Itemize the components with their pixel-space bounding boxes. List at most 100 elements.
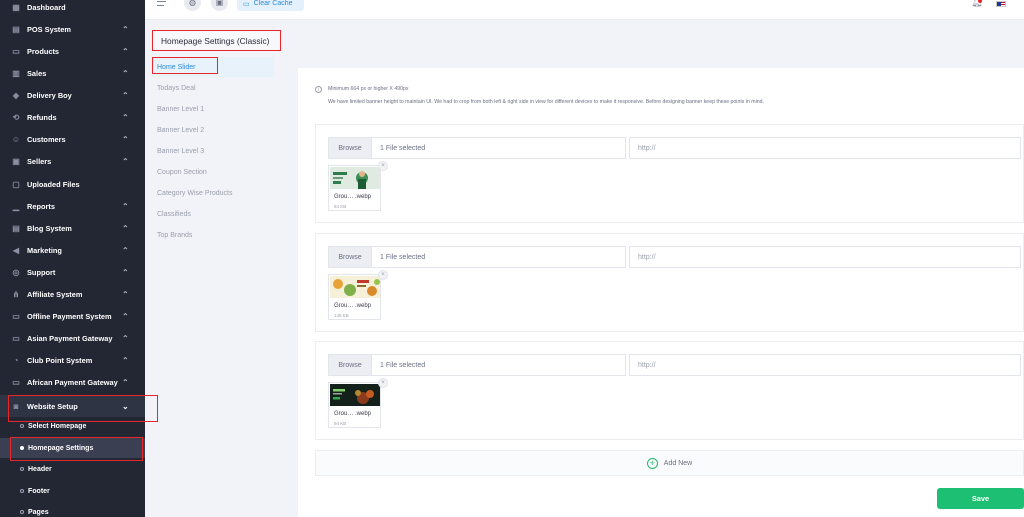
chevron-up-icon: ⌃ xyxy=(122,333,129,343)
sidebar-item-reports[interactable]: ▁ Reports ⌃ xyxy=(0,195,145,217)
chevron-up-icon: ⌃ xyxy=(122,90,129,100)
chevron-up-icon: ⌃ xyxy=(122,223,129,233)
file-picker[interactable]: Browse 1 File selected xyxy=(328,354,626,376)
trash-icon: ▭ xyxy=(243,0,250,8)
tab-todays-deal[interactable]: Todays Deal xyxy=(152,78,274,98)
chevron-up-icon: ⌃ xyxy=(122,267,129,277)
us-flag-icon[interactable] xyxy=(996,1,1006,7)
tab-classifieds[interactable]: Classifieds xyxy=(152,204,274,224)
slider-thumbnail xyxy=(330,276,380,298)
file-name: Grou… .webp xyxy=(334,303,372,309)
sidebar-item-website-setup[interactable]: ◙ Website Setup ⌄ xyxy=(0,395,145,417)
file-picker[interactable]: Browse 1 File selected xyxy=(328,137,626,159)
sidebar: ▦ Dashboard ▤ POS System ⌃ ▭ Products ⌃ … xyxy=(0,0,145,517)
browse-button[interactable]: Browse xyxy=(329,355,372,375)
highlight-home-slider xyxy=(152,57,218,74)
home-slider-panel: i Minimum 664 px or higher X 490px We ha… xyxy=(298,68,1024,517)
sidebar-item-customers[interactable]: ☺ Customers ⌃ xyxy=(0,128,145,150)
add-new-button[interactable]: + Add New xyxy=(315,450,1024,476)
sidebar-item-dashboard[interactable]: ▦ Dashboard xyxy=(0,0,145,18)
club-point-icon: ◔ xyxy=(13,355,19,365)
tab-banner-level-3[interactable]: Banner Level 3 xyxy=(152,141,274,161)
offline-payment-icon: ▭ xyxy=(12,311,20,321)
sidebar-subitem-select-homepage[interactable]: Select Homepage xyxy=(0,416,145,436)
sidebar-item-products[interactable]: ▭ Products ⌃ xyxy=(0,40,145,62)
browse-button[interactable]: Browse xyxy=(329,138,372,158)
sidebar-item-pos-system[interactable]: ▤ POS System ⌃ xyxy=(0,18,145,40)
chevron-up-icon: ⌃ xyxy=(122,311,129,321)
pos-shortcut-icon[interactable]: ▣ xyxy=(211,0,228,11)
slider-link-input[interactable]: http:// xyxy=(629,354,1021,376)
upload-icon: ▢ xyxy=(12,179,20,189)
tab-category-wise-products[interactable]: Category Wise Products xyxy=(152,183,274,203)
browse-button[interactable]: Browse xyxy=(329,247,372,267)
file-selected-label: 1 File selected xyxy=(380,144,426,152)
info-icon: i xyxy=(315,86,322,93)
pos-icon: ▤ xyxy=(12,24,20,34)
banner-hint: We have limited banner height to maintai… xyxy=(328,99,764,105)
globe-icon[interactable]: ◍ xyxy=(184,0,201,11)
website-setup-icon: ◙ xyxy=(13,401,19,411)
african-payment-icon: ▭ xyxy=(12,377,20,387)
tab-top-brands[interactable]: Top Brands xyxy=(152,225,274,245)
uploaded-file-card: Grou… .webp 94 KB × xyxy=(328,378,388,428)
file-name: Grou… .webp xyxy=(334,411,372,417)
sidebar-item-asian-payment-gateway[interactable]: ▭ Asian Payment Gateway ⌃ xyxy=(0,327,145,349)
file-size: 145 KB xyxy=(334,313,349,318)
chevron-up-icon: ⌃ xyxy=(122,156,129,166)
tab-coupon-section[interactable]: Coupon Section xyxy=(152,162,274,182)
chevron-up-icon: ⌃ xyxy=(122,289,129,299)
remove-file-icon[interactable]: × xyxy=(378,270,388,280)
remove-file-icon[interactable]: × xyxy=(378,161,388,171)
page-title: Homepage Settings (Classic) xyxy=(152,30,281,51)
sidebar-subitem-homepage-settings[interactable]: Homepage Settings xyxy=(0,438,145,458)
slider-row: Browse 1 File selected http:// Grou… .we… xyxy=(315,124,1024,223)
file-selected-label: 1 File selected xyxy=(380,253,426,261)
sidebar-item-offline-payment-system[interactable]: ▭ Offline Payment System ⌃ xyxy=(0,305,145,327)
file-size: 64 KB xyxy=(334,204,347,209)
dashboard-icon: ▦ xyxy=(12,2,20,12)
chevron-up-icon: ⌃ xyxy=(122,46,129,56)
hamburger-menu-icon[interactable] xyxy=(157,1,169,11)
sidebar-subitem-pages[interactable]: Pages xyxy=(0,502,145,517)
tab-banner-level-1[interactable]: Banner Level 1 xyxy=(152,99,274,119)
sidebar-item-sellers[interactable]: ▣ Sellers ⌃ xyxy=(0,150,145,172)
bullet-icon xyxy=(20,467,24,471)
chevron-down-icon: ⌄ xyxy=(122,401,129,411)
chevron-up-icon: ⌃ xyxy=(122,24,129,34)
remove-file-icon[interactable]: × xyxy=(378,378,388,388)
reports-icon: ▁ xyxy=(12,201,20,211)
chevron-up-icon: ⌃ xyxy=(122,355,129,365)
sidebar-item-club-point-system[interactable]: ◔ Club Point System ⌃ xyxy=(0,349,145,371)
save-button[interactable]: Save xyxy=(937,488,1024,509)
sidebar-item-uploaded-files[interactable]: ▢ Uploaded Files xyxy=(0,173,145,195)
marketing-icon: ◀ xyxy=(12,245,20,255)
sidebar-subitem-header[interactable]: Header xyxy=(0,459,145,479)
slider-link-input[interactable]: http:// xyxy=(629,137,1021,159)
sidebar-item-delivery-boy[interactable]: ◈ Delivery Boy ⌃ xyxy=(0,84,145,106)
slider-link-input[interactable]: http:// xyxy=(629,246,1021,268)
sellers-icon: ▣ xyxy=(12,156,20,166)
chevron-up-icon: ⌃ xyxy=(122,201,129,211)
slider-row: Browse 1 File selected http:// Grou… .we… xyxy=(315,341,1024,440)
sidebar-subitem-footer[interactable]: Footer xyxy=(0,481,145,501)
affiliate-icon: ⋔ xyxy=(12,289,20,299)
products-icon: ▭ xyxy=(12,46,20,56)
bullet-icon xyxy=(20,510,24,514)
bullet-icon xyxy=(20,489,24,493)
uploaded-file-card: Grou… .webp 64 KB × xyxy=(328,161,388,211)
sidebar-item-refunds[interactable]: ⟲ Refunds ⌃ xyxy=(0,106,145,128)
sidebar-item-african-payment-gateway[interactable]: ▭ African Payment Gateway ⌃ xyxy=(0,371,145,393)
file-picker[interactable]: Browse 1 File selected xyxy=(328,246,626,268)
sidebar-item-marketing[interactable]: ◀ Marketing ⌃ xyxy=(0,239,145,261)
chevron-up-icon: ⌃ xyxy=(122,68,129,78)
plus-circle-icon: + xyxy=(646,457,658,469)
sidebar-item-sales[interactable]: ▥ Sales ⌃ xyxy=(0,62,145,84)
file-size: 94 KB xyxy=(334,421,347,426)
sidebar-item-affiliate-system[interactable]: ⋔ Affiliate System ⌃ xyxy=(0,283,145,305)
sidebar-item-blog-system[interactable]: ▤ Blog System ⌃ xyxy=(0,217,145,239)
clear-cache-button[interactable]: ▭ Clear Cache xyxy=(237,0,304,11)
chevron-up-icon: ⌃ xyxy=(122,245,129,255)
tab-banner-level-2[interactable]: Banner Level 2 xyxy=(152,120,274,140)
sidebar-item-support[interactable]: ◎ Support ⌃ xyxy=(0,261,145,283)
